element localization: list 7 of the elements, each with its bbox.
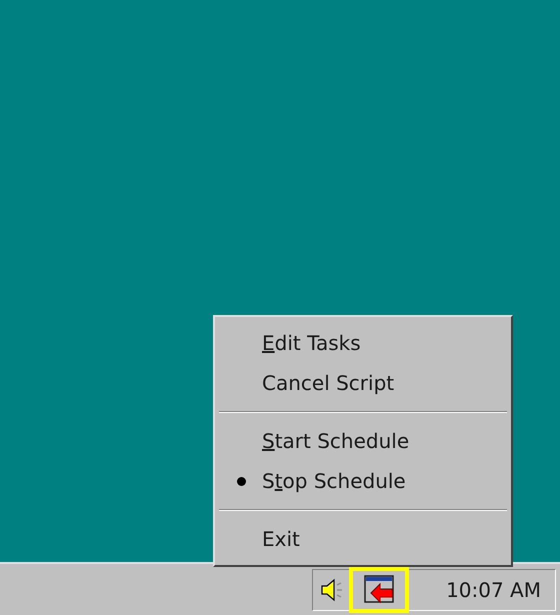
clock[interactable]: 10:07 AM: [446, 574, 541, 604]
menu-item[interactable]: Exit: [218, 519, 508, 559]
menu-item[interactable]: Stop Schedule: [218, 461, 508, 501]
menu-item[interactable]: Start Schedule: [218, 421, 508, 461]
speaker-icon[interactable]: [319, 576, 345, 602]
menu-item[interactable]: Edit Tasks: [218, 323, 508, 363]
menu-item[interactable]: Cancel Script: [218, 363, 508, 403]
